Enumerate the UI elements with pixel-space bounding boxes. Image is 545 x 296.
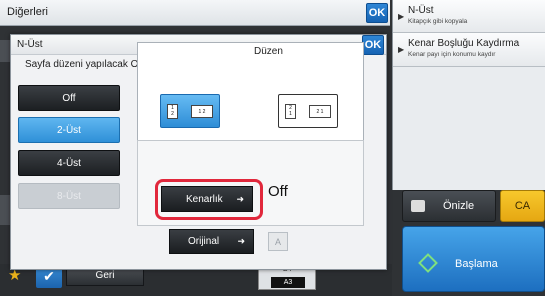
layout-label: Düzen [254, 46, 283, 57]
start-label: Başlama [455, 258, 498, 270]
paper-bottom: A3 [271, 277, 305, 288]
play-icon: ▶ [398, 45, 405, 54]
mode-4-ust-button[interactable]: 4-Üst [18, 150, 120, 176]
page-stack-icon: 1 2 [167, 104, 178, 119]
orijinal-button[interactable]: Orijinal ➜ [169, 229, 254, 254]
right-item-n-ust[interactable]: ▶ N-Üst Kitapçık gibi kopyala [393, 0, 545, 33]
dialog-ok-button[interactable]: OK [362, 35, 384, 55]
preview-icon [411, 200, 425, 212]
page-stack-icon: 2 1 [285, 104, 296, 119]
preview-label: Önizle [443, 200, 475, 212]
play-icon: ▶ [398, 12, 405, 21]
start-icon [418, 253, 438, 273]
kenarlik-label: Kenarlık [186, 193, 223, 205]
page-spread-icon: 2 1 [309, 105, 331, 118]
right-item-sub: Kenar payı için konumu kaydır [408, 51, 496, 58]
top-bar-title: Diğerleri [7, 6, 48, 18]
right-item-label: Kenar Boşluğu Kaydırma [408, 38, 520, 49]
page-spread-icon: 1 2 [191, 105, 213, 118]
right-panel: ▶ N-Üst Kitapçık gibi kopyala ▶ Kenar Bo… [392, 0, 545, 190]
page-num: 1 [289, 111, 292, 117]
orientation-icon: A [268, 232, 288, 251]
right-item-label: N-Üst [408, 5, 434, 16]
start-button[interactable]: Başlama [402, 226, 545, 292]
mode-2-ust-button[interactable]: 2-Üst [18, 117, 120, 143]
page-num: 2 [171, 111, 174, 117]
top-bar: Diğerleri OK [0, 0, 390, 26]
kenarlik-status: Off [268, 183, 288, 200]
layout-option-1-2[interactable]: 1 2 1 2 [160, 94, 220, 128]
mode-off-button[interactable]: Off [18, 85, 120, 111]
right-item-margin-shift[interactable]: ▶ Kenar Boşluğu Kaydırma Kenar payı için… [393, 33, 545, 67]
kenarlik-button[interactable]: Kenarlık ➜ [161, 186, 253, 212]
edge-stub [0, 195, 10, 225]
dialog-title: N-Üst [17, 39, 43, 50]
preview-button[interactable]: Önizle [402, 190, 496, 222]
arrow-right-icon: ➜ [237, 236, 245, 246]
ca-button[interactable]: CA [500, 190, 545, 222]
mode-8-ust-button: 8-Üst [18, 183, 120, 209]
orijinal-label: Orijinal [188, 236, 220, 247]
edge-stub [0, 40, 10, 62]
arrow-right-icon: ➜ [236, 194, 244, 204]
top-ok-button[interactable]: OK [366, 3, 388, 23]
layout-option-2-1[interactable]: 2 1 2 1 [278, 94, 338, 128]
right-item-sub: Kitapçık gibi kopyala [408, 18, 468, 25]
screen: Diğerleri OK ▶ N-Üst Kitapçık gibi kopya… [0, 0, 545, 296]
